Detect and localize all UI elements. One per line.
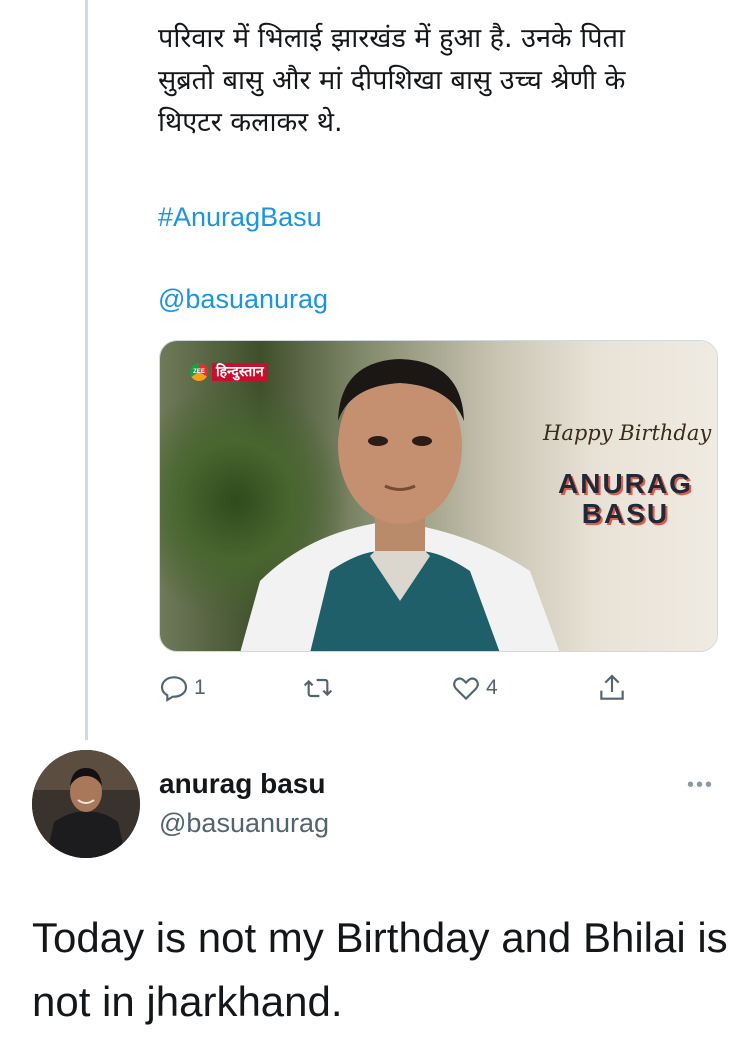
hashtag-link[interactable]: #AnuragBasu — [158, 202, 322, 233]
avatar-photo — [32, 750, 140, 858]
tweet-text: परिवार में भिलाई झारखंड में हुआ है. उनके… — [158, 0, 718, 144]
logo-wordmark: हिन्दुस्तान — [212, 363, 268, 381]
author-handle[interactable]: @basuanurag — [159, 808, 329, 839]
heart-icon — [453, 677, 479, 701]
like-count: 4 — [486, 676, 498, 699]
author-info: anurag basu @basuanurag — [159, 768, 329, 839]
retweet-button[interactable] — [302, 672, 338, 704]
zee-hindustan-logo: ZEE हिन्दुस्तान — [190, 363, 268, 381]
thread-connector-line — [85, 0, 88, 740]
greeting-text: Happy Birthday — [543, 421, 712, 445]
tweet-text-line-cut — [158, 0, 718, 18]
zee-badge: ZEE — [190, 363, 208, 381]
author-avatar[interactable] — [32, 750, 140, 858]
overlay-name-line: ANURAG — [558, 468, 693, 499]
mention-link[interactable]: @basuanurag — [158, 284, 328, 315]
reply-count: 1 — [194, 676, 206, 699]
share-button[interactable] — [596, 672, 628, 704]
tweet-text-line: थिएटर कलाकर थे. — [158, 107, 343, 138]
quoted-tweet-body: परिवार में भिलाई झारखंड में हुआ है. उनके… — [158, 0, 718, 144]
reply-tweet-text: Today is not my Birthday and Bhilai is n… — [32, 914, 728, 1025]
tweet-text-line: परिवार में भिलाई झारखंड में हुआ है. उनके… — [158, 23, 625, 54]
overlay-name: ANURAG BASU — [558, 469, 693, 529]
reply-icon — [160, 676, 188, 702]
tweet-text-line: सुब्रतो बासु और मां दीपशिखा बासु उच्च श्… — [158, 65, 626, 96]
share-icon — [600, 674, 624, 700]
reply-button[interactable]: 1 — [158, 672, 206, 704]
more-options-icon[interactable]: ••• — [687, 774, 714, 797]
author-name[interactable]: anurag basu — [159, 768, 329, 800]
person-portrait — [240, 359, 560, 651]
like-button[interactable]: 4 — [450, 672, 498, 704]
retweet-icon — [303, 678, 333, 698]
overlay-name-line: BASU — [581, 498, 670, 529]
tweet-media-image[interactable]: ZEE हिन्दुस्तान Happy Birthday ANURAG BA… — [159, 340, 718, 652]
tweet-action-bar: 1 4 — [0, 672, 750, 708]
